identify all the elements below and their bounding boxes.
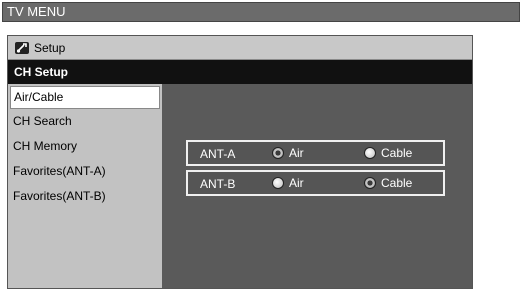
- sidebar-item-favorites-ant-b[interactable]: Favorites(ANT-B): [8, 184, 162, 209]
- radio-selected-icon: [272, 147, 284, 159]
- sidebar: Air/Cable CH Search CH Memory Favorites(…: [8, 84, 162, 288]
- radio-label: Air: [289, 176, 304, 190]
- radio-label: Air: [289, 146, 304, 160]
- section-title: CH Setup: [8, 60, 472, 84]
- sidebar-item-label: Favorites(ANT-A): [13, 164, 106, 178]
- ant-b-cable-radio[interactable]: Cable: [364, 176, 412, 190]
- ant-b-label: ANT-B: [200, 177, 236, 191]
- sidebar-item-ch-memory[interactable]: CH Memory: [8, 134, 162, 159]
- radio-unselected-icon: [272, 177, 284, 189]
- ant-a-label: ANT-A: [200, 147, 236, 161]
- radio-unselected-icon: [364, 147, 376, 159]
- sidebar-item-label: Favorites(ANT-B): [13, 189, 106, 203]
- ant-b-row[interactable]: ANT-B Air Cable: [186, 170, 445, 196]
- ant-a-row[interactable]: ANT-A Air Cable: [186, 140, 445, 166]
- wrench-icon: [15, 41, 29, 54]
- sidebar-item-label: Air/Cable: [14, 90, 64, 104]
- radio-selected-icon: [364, 177, 376, 189]
- sidebar-item-air-cable[interactable]: Air/Cable: [10, 86, 160, 109]
- ant-a-air-radio[interactable]: Air: [272, 146, 304, 160]
- setup-header: Setup: [8, 36, 472, 60]
- window-title: TV MENU: [2, 2, 520, 22]
- sidebar-item-label: CH Search: [13, 114, 72, 128]
- radio-label: Cable: [381, 146, 413, 160]
- sidebar-item-label: CH Memory: [13, 139, 78, 153]
- menu-window: Setup CH Setup Air/Cable CH Search CH Me…: [7, 35, 473, 289]
- radio-label: Cable: [381, 176, 413, 190]
- sidebar-item-favorites-ant-a[interactable]: Favorites(ANT-A): [8, 159, 162, 184]
- setup-label: Setup: [34, 40, 66, 55]
- ant-a-cable-radio[interactable]: Cable: [364, 146, 412, 160]
- sidebar-item-ch-search[interactable]: CH Search: [8, 109, 162, 134]
- ant-b-air-radio[interactable]: Air: [272, 176, 304, 190]
